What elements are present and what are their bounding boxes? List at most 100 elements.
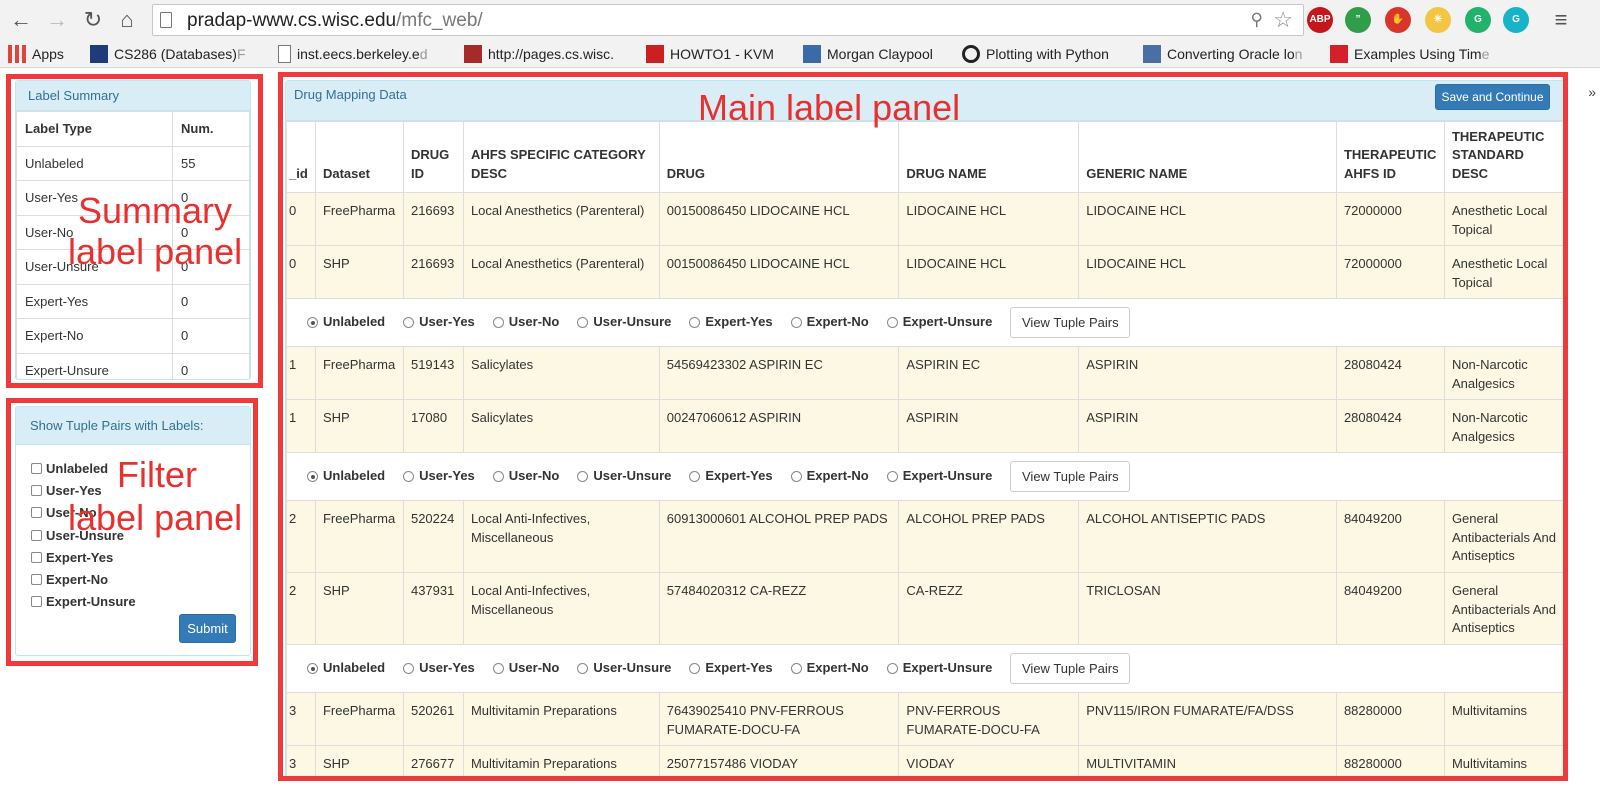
label-radio-unlabeled[interactable]: Unlabeled — [307, 313, 385, 332]
radio-dot[interactable] — [577, 663, 589, 674]
bookmark-label: Apps — [32, 46, 64, 62]
filter-option-expert-yes[interactable]: Expert-Yes — [31, 550, 113, 565]
filter-option-label: User-Yes — [46, 483, 102, 499]
table-cell: 72000000 — [1335, 192, 1445, 246]
label-radio-user-yes[interactable]: User-Yes — [403, 313, 475, 332]
label-radio-user-unsure[interactable]: User-Unsure — [577, 467, 671, 486]
radio-dot[interactable] — [886, 663, 898, 674]
back-arrow-icon[interactable]: ← — [8, 7, 34, 33]
address-bar[interactable]: pradap-www.cs.wisc.edu/mfc_web/ ⚲ ☆ — [152, 4, 1304, 36]
radio-dot[interactable] — [577, 471, 589, 482]
label-radio-user-yes[interactable]: User-Yes — [403, 659, 475, 678]
label-radio-user-no[interactable]: User-No — [492, 659, 559, 678]
summary-annotation-line2: label panel — [68, 231, 243, 272]
extension-icon-3[interactable]: ✳ — [1425, 7, 1451, 33]
label-radio-expert-no[interactable]: Expert-No — [790, 467, 869, 486]
radio-dot[interactable] — [886, 317, 898, 328]
bookmark-5[interactable]: Morgan Claypool — [803, 44, 955, 64]
radio-dot[interactable] — [577, 317, 589, 328]
radio-dot[interactable] — [403, 471, 415, 482]
label-control-cell: Unlabeled User-Yes User-No User-Unsure Exper… — [286, 452, 1564, 501]
summary-label-type: Expert-Unsure — [16, 352, 173, 379]
radio-dot[interactable] — [492, 317, 504, 328]
view-tuple-pairs-button[interactable]: View Tuple Pairs — [1010, 307, 1131, 338]
label-radio-expert-yes[interactable]: Expert-Yes — [689, 467, 773, 486]
radio-dot[interactable] — [307, 317, 318, 328]
bookmark-label: Plotting with Python — [986, 46, 1109, 62]
filter-option-expert-no[interactable]: Expert-No — [31, 572, 108, 587]
filter-checkbox[interactable] — [31, 596, 42, 608]
label-radio-expert-yes[interactable]: Expert-Yes — [689, 659, 773, 678]
extension-icon-4[interactable]: G — [1465, 7, 1491, 33]
radio-dot[interactable] — [492, 663, 504, 674]
label-radio-user-no[interactable]: User-No — [492, 467, 559, 486]
zoom-icon[interactable]: ⚲ — [1251, 10, 1263, 30]
label-radio-expert-yes[interactable]: Expert-Yes — [689, 313, 773, 332]
view-tuple-pairs-button[interactable]: View Tuple Pairs — [1010, 461, 1131, 492]
forward-arrow-icon[interactable]: → — [44, 7, 70, 33]
radio-dot[interactable] — [492, 471, 504, 482]
bookmark-1[interactable]: CS286 (Databases) F — [90, 44, 272, 64]
table-cell: CA-REZZ — [898, 572, 1080, 645]
filter-option-expert-unsure[interactable]: Expert-Unsure — [31, 594, 136, 609]
label-radio-user-unsure[interactable]: User-Unsure — [577, 313, 671, 332]
bookmark-0[interactable]: Apps — [8, 44, 80, 64]
extension-icon-5[interactable]: G — [1503, 7, 1529, 33]
radio-dot[interactable] — [307, 663, 318, 674]
view-tuple-pairs-button[interactable]: View Tuple Pairs — [1010, 653, 1131, 684]
label-radio-user-unsure[interactable]: User-Unsure — [577, 659, 671, 678]
extension-icon-1[interactable]: ” — [1345, 7, 1371, 33]
bookmark-star-icon[interactable]: ☆ — [1273, 7, 1293, 33]
label-control-cell: Unlabeled User-Yes User-No User-Unsure Exper… — [286, 298, 1564, 347]
label-radio-user-no[interactable]: User-No — [492, 313, 559, 332]
label-radio-expert-no[interactable]: Expert-No — [790, 659, 869, 678]
menu-icon[interactable]: ≡ — [1548, 7, 1574, 33]
summary-row: Expert-Yes 0 — [16, 283, 250, 319]
filter-checkbox[interactable] — [31, 551, 42, 563]
radio-dot[interactable] — [886, 471, 898, 482]
label-radio-expert-unsure[interactable]: Expert-Unsure — [886, 659, 992, 678]
extension-icon-0[interactable]: ABP — [1307, 7, 1333, 33]
reload-icon[interactable]: ↻ — [80, 7, 106, 33]
bookmark-4[interactable]: HOWTO1 - KVM — [646, 44, 796, 64]
bookmark-6[interactable]: Plotting with Python — [962, 44, 1137, 64]
radio-dot[interactable] — [790, 317, 802, 328]
bookmark-8[interactable]: Examples Using Tim e — [1330, 44, 1495, 64]
radio-dot[interactable] — [689, 663, 701, 674]
filter-checkbox[interactable] — [31, 485, 42, 497]
filter-option-unlabeled[interactable]: Unlabeled — [31, 461, 108, 476]
filter-checkbox[interactable] — [31, 529, 42, 541]
label-radio-expert-unsure[interactable]: Expert-Unsure — [886, 467, 992, 486]
filter-checkbox[interactable] — [31, 574, 42, 585]
label-radio-user-yes[interactable]: User-Yes — [403, 467, 475, 486]
bookmark-7[interactable]: Converting Oracle lo n — [1143, 44, 1323, 64]
radio-label: Expert-Yes — [705, 660, 773, 676]
filter-checkbox[interactable] — [31, 507, 42, 519]
radio-dot[interactable] — [790, 471, 802, 482]
filter-option-user-yes[interactable]: User-Yes — [31, 483, 102, 498]
radio-dot[interactable] — [790, 663, 802, 674]
label-radio-unlabeled[interactable]: Unlabeled — [307, 659, 385, 678]
url-text[interactable]: pradap-www.cs.wisc.edu/mfc_web/ — [187, 10, 483, 32]
home-icon[interactable]: ⌂ — [114, 7, 140, 33]
submit-button[interactable]: Submit — [179, 614, 236, 643]
bookmark-label-fade: F — [236, 46, 246, 62]
radio-dot[interactable] — [403, 663, 415, 674]
page-icon — [160, 12, 172, 28]
extension-icon-2[interactable]: ✋ — [1385, 7, 1411, 33]
bookmark-label: inst.eecs.berkeley.e — [297, 46, 420, 62]
radio-dot[interactable] — [689, 317, 701, 328]
filter-checkbox[interactable] — [31, 463, 42, 474]
radio-dot[interactable] — [403, 317, 415, 328]
bookmarks-more-icon[interactable]: » — [1588, 84, 1596, 100]
radio-dot[interactable] — [307, 471, 318, 482]
radio-dot[interactable] — [689, 471, 701, 482]
save-and-continue-button[interactable]: Save and Continue — [1435, 84, 1550, 110]
label-radio-expert-no[interactable]: Expert-No — [790, 313, 869, 332]
bookmark-2[interactable]: inst.eecs.berkeley.e d — [278, 44, 456, 64]
table-cell: General Antibacterials And Antiseptics — [1443, 572, 1564, 645]
table-cell: ALCOHOL ANTISEPTIC PADS — [1078, 500, 1337, 573]
label-radio-expert-unsure[interactable]: Expert-Unsure — [886, 313, 992, 332]
label-radio-unlabeled[interactable]: Unlabeled — [307, 467, 385, 486]
bookmark-3[interactable]: http://pages.cs.wisc. — [464, 44, 639, 64]
